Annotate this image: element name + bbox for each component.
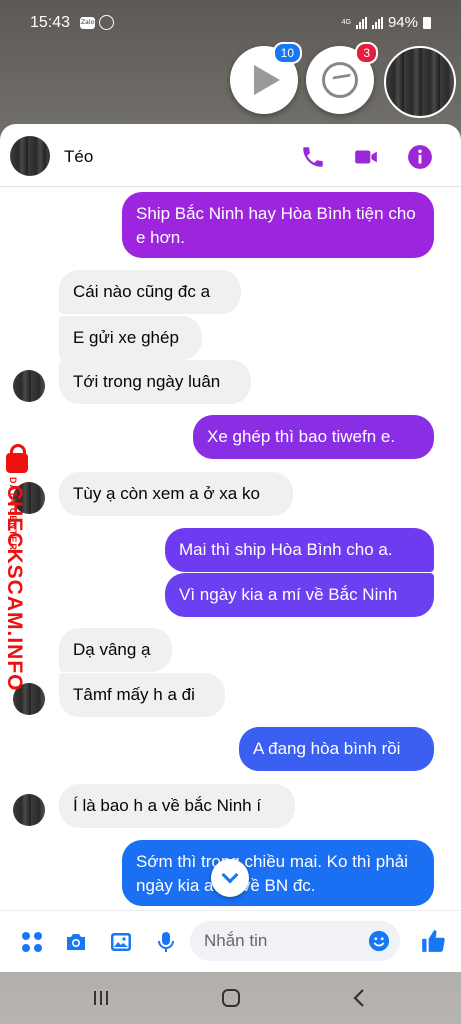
gallery-icon[interactable] [109, 930, 133, 954]
sender-avatar[interactable] [13, 794, 45, 826]
status-bar: 15:43 Zalo 4G 94% [0, 0, 461, 50]
signal-icon [355, 16, 367, 29]
message-bubble-incoming[interactable]: Í là bao h a về bắc Ninh í [59, 784, 295, 828]
menu-grid-icon[interactable] [20, 930, 44, 954]
recent-apps-icon[interactable] [89, 986, 113, 1010]
video-call-icon[interactable] [353, 144, 379, 170]
message-bubble-outgoing[interactable]: Mai thì ship Hòa Bình cho a. [165, 528, 434, 572]
message-bubble-incoming[interactable]: Dạ vâng ạ [59, 628, 172, 672]
system-status: 4G 94% [342, 14, 431, 31]
chat-header: Téo [0, 124, 461, 187]
message-bubble-outgoing[interactable]: A đang hòa bình rồi [239, 727, 434, 771]
message-bubble-incoming[interactable]: Tùy ạ còn xem a ở xa ko [59, 472, 293, 516]
contact-chat-head[interactable] [384, 46, 456, 118]
thumbs-up-icon[interactable] [420, 928, 446, 954]
message-bubble-outgoing[interactable]: Sớm thì trong chiều mai. Ko thì phải ngà… [122, 840, 434, 906]
message-bubble-incoming[interactable]: Tâmf mấy h a đi [59, 673, 225, 717]
messenger-icon [322, 62, 358, 98]
message-bubble-outgoing[interactable]: Vì ngày kia a mí về Bắc Ninh [165, 573, 434, 617]
message-input-placeholder: Nhắn tin [204, 931, 268, 950]
contact-name[interactable]: Téo [64, 147, 93, 167]
watermark-text: CHECKSCAM.INFO [3, 485, 26, 692]
info-icon[interactable] [407, 144, 433, 170]
message-bubble-incoming[interactable]: E gửi xe ghép [59, 316, 202, 360]
camera-icon[interactable] [64, 930, 88, 954]
microphone-icon[interactable] [154, 930, 178, 954]
play-icon [254, 65, 280, 95]
phone-call-icon[interactable] [300, 144, 326, 170]
scroll-down-button[interactable] [211, 859, 249, 897]
messenger-chat-head[interactable]: 3 [306, 42, 378, 114]
network-type: 4G [341, 19, 351, 26]
lock-icon [6, 444, 28, 473]
message-input[interactable]: Nhắn tin [190, 921, 400, 961]
message-bubble-incoming[interactable]: Tới trong ngày luân [59, 360, 251, 404]
message-bubble-incoming[interactable]: Cái nào cũng đc a [59, 270, 241, 314]
emoji-icon[interactable] [368, 930, 390, 952]
signal-2-icon [371, 16, 383, 29]
back-icon[interactable] [348, 986, 372, 1010]
messenger-badge: 3 [355, 42, 378, 64]
home-icon[interactable] [219, 986, 243, 1010]
video-chat-head[interactable]: 10 [230, 42, 302, 114]
chat-panel: Téo Ship Bắc Ninh hay Hòa Bình tiện cho … [0, 124, 461, 972]
notification-icons: Zalo [80, 15, 115, 30]
message-bubble-outgoing[interactable]: Ship Bắc Ninh hay Hòa Bình tiện cho e hơ… [122, 192, 434, 258]
clock: 15:43 [30, 14, 71, 31]
sender-avatar[interactable] [13, 370, 45, 402]
avatar[interactable] [10, 136, 50, 176]
message-bubble-outgoing[interactable]: Xe ghép thì bao tiwefn e. [193, 415, 434, 459]
video-badge: 10 [272, 42, 302, 64]
composer-bar: Nhắn tin [0, 910, 461, 972]
zalo-icon: Zalo [80, 16, 96, 29]
battery-percent: 94% [387, 14, 418, 31]
watermark: DATA CENTER CHECKSCAM.INFO [2, 444, 52, 692]
system-navigation-bar [0, 972, 461, 1024]
battery-icon [423, 16, 431, 29]
messenger-notification-icon [99, 15, 115, 30]
